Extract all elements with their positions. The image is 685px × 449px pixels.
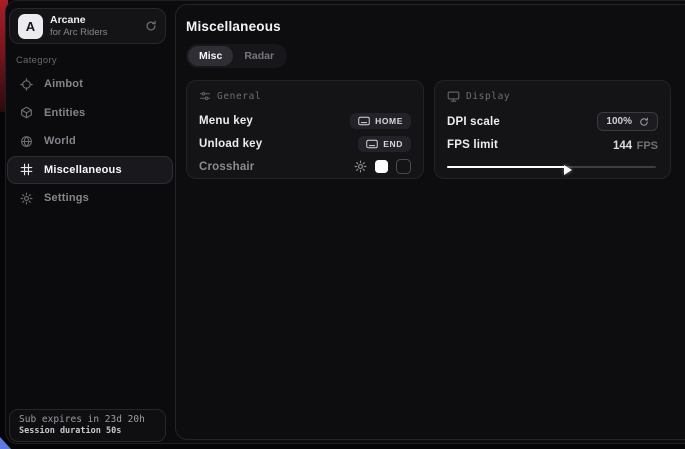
sidebar-item-settings[interactable]: Settings bbox=[7, 184, 173, 212]
fps-limit-unit: FPS bbox=[637, 140, 658, 152]
tab-bar: Misc Radar bbox=[186, 44, 287, 68]
menu-key-label: Menu key bbox=[199, 115, 253, 127]
subscription-card: Sub expires in 23d 20h Session duration … bbox=[9, 409, 166, 442]
dpi-scale-row: DPI scale 100% bbox=[447, 110, 658, 133]
sub-expiry-text: Sub expires in 23d 20h bbox=[19, 414, 156, 425]
session-duration-text: Session duration 50s bbox=[19, 426, 156, 436]
menu-key-value: HOME bbox=[375, 116, 403, 126]
keyboard-icon bbox=[358, 116, 370, 126]
display-card: Display DPI scale 100% FPS limit 144 FPS bbox=[434, 80, 671, 179]
profile-text: Arcane for Arc Riders bbox=[50, 14, 138, 39]
sidebar-item-miscellaneous[interactable]: Miscellaneous bbox=[7, 156, 173, 184]
fps-limit-row: FPS limit 144 FPS bbox=[447, 133, 658, 156]
fps-limit-value: 144 bbox=[613, 140, 632, 152]
crosshair-row: Crosshair bbox=[199, 155, 411, 178]
fps-slider-fill bbox=[447, 166, 565, 168]
gear-icon[interactable] bbox=[354, 160, 367, 173]
sliders-icon bbox=[199, 90, 211, 102]
fps-limit-value-group: 144 FPS bbox=[613, 136, 658, 154]
app-canvas: A Arcane for Arc Riders Category Aimbot bbox=[0, 0, 685, 449]
crosshair-checkbox[interactable] bbox=[396, 159, 411, 174]
sidebar-item-label: Settings bbox=[44, 192, 89, 204]
sidebar-item-label: World bbox=[44, 135, 76, 147]
crosshair-controls bbox=[354, 159, 411, 174]
refresh-icon[interactable] bbox=[145, 20, 157, 32]
sidebar-item-label: Miscellaneous bbox=[44, 164, 122, 176]
unload-key-button[interactable]: END bbox=[358, 136, 411, 152]
sidebar-item-entities[interactable]: Entities bbox=[7, 99, 173, 127]
gear-icon bbox=[20, 192, 33, 205]
tab-misc[interactable]: Misc bbox=[188, 46, 233, 66]
page-title: Miscellaneous bbox=[186, 19, 281, 34]
fps-slider-thumb[interactable] bbox=[564, 165, 572, 175]
crosshair-color-swatch[interactable] bbox=[375, 160, 388, 173]
fps-slider[interactable] bbox=[447, 163, 658, 171]
dpi-scale-value: 100% bbox=[606, 116, 632, 127]
fps-limit-label: FPS limit bbox=[447, 139, 498, 151]
app-name: Arcane bbox=[50, 14, 138, 27]
menu-key-row: Menu key HOME bbox=[199, 109, 411, 132]
sidebar: A Arcane for Arc Riders Category Aimbot bbox=[5, 0, 175, 444]
display-card-title: Display bbox=[466, 91, 510, 102]
profile-card[interactable]: A Arcane for Arc Riders bbox=[9, 8, 166, 44]
unload-key-label: Unload key bbox=[199, 138, 262, 150]
monitor-icon bbox=[447, 90, 460, 103]
sidebar-item-aimbot[interactable]: Aimbot bbox=[7, 70, 173, 98]
grid-icon bbox=[20, 163, 33, 176]
dpi-scale-control[interactable]: 100% bbox=[597, 112, 658, 131]
main-panel bbox=[175, 4, 685, 440]
sidebar-item-world[interactable]: World bbox=[7, 127, 173, 155]
app-tagline: for Arc Riders bbox=[50, 27, 138, 39]
app-logo: A bbox=[18, 14, 43, 39]
category-label: Category bbox=[16, 55, 57, 66]
general-card-header: General bbox=[199, 90, 411, 102]
dpi-scale-label: DPI scale bbox=[447, 116, 500, 128]
cube-icon bbox=[20, 106, 33, 119]
unload-key-row: Unload key END bbox=[199, 132, 411, 155]
menu-key-button[interactable]: HOME bbox=[350, 113, 411, 129]
crosshair-icon bbox=[20, 78, 33, 91]
sidebar-nav: Aimbot Entities World bbox=[7, 70, 173, 213]
unload-key-value: END bbox=[383, 139, 403, 149]
tab-radar[interactable]: Radar bbox=[233, 46, 285, 66]
sidebar-item-label: Entities bbox=[44, 107, 85, 119]
display-card-header: Display bbox=[447, 90, 658, 103]
general-card-title: General bbox=[217, 91, 261, 102]
reset-icon[interactable] bbox=[639, 117, 649, 127]
crosshair-label: Crosshair bbox=[199, 161, 255, 173]
general-card: General Menu key HOME Unload key bbox=[186, 80, 424, 179]
keyboard-icon bbox=[366, 139, 378, 149]
sidebar-item-label: Aimbot bbox=[44, 78, 83, 90]
globe-icon bbox=[20, 135, 33, 148]
